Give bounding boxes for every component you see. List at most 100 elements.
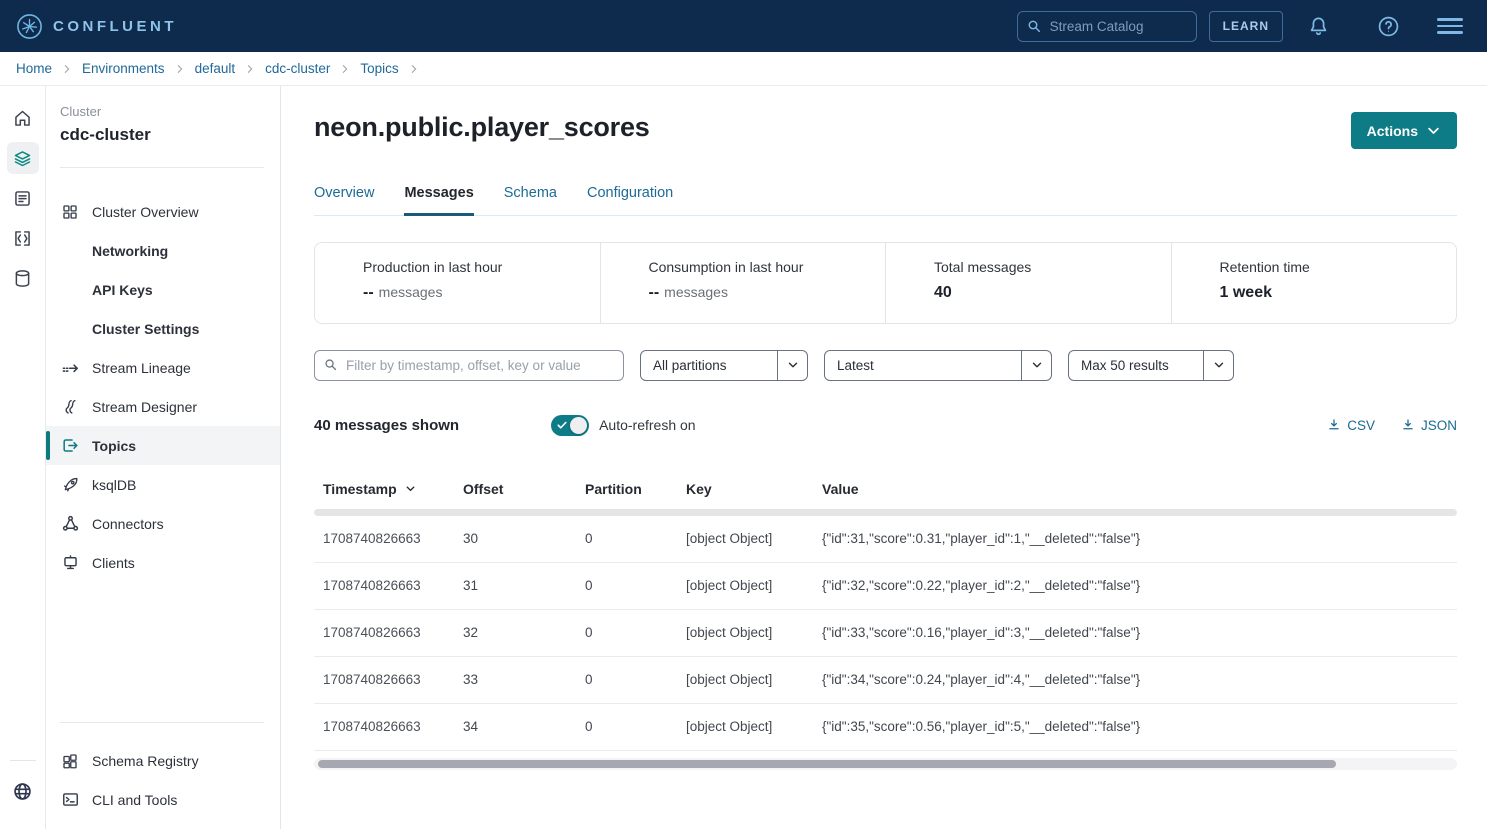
rail-home-button[interactable] (7, 102, 39, 134)
sidebar-item-connectors[interactable]: Connectors (46, 504, 280, 543)
sidebar-item-schema-registry[interactable]: Schema Registry (46, 741, 280, 780)
table-header-row: Timestamp Offset Partition Key Value (314, 472, 1457, 506)
tab-schema[interactable]: Schema (504, 185, 557, 216)
stream-designer-icon (60, 398, 80, 416)
breadcrumb-cdc-cluster[interactable]: cdc-cluster (265, 61, 330, 76)
sidebar-item-topics[interactable]: Topics (46, 426, 280, 465)
max-results-dropdown[interactable]: Max 50 results (1068, 350, 1234, 381)
document-icon (12, 188, 33, 209)
sidebar-item-label: Topics (92, 438, 136, 454)
sidebar-item-stream-lineage[interactable]: Stream Lineage (46, 348, 280, 387)
column-header-value[interactable]: Value (822, 481, 1457, 497)
tab-configuration[interactable]: Configuration (587, 185, 673, 216)
breadcrumb-home[interactable]: Home (16, 61, 52, 76)
messages-toolbar: 40 messages shown Auto-refresh on CSV (314, 415, 1457, 436)
breadcrumb-default[interactable]: default (195, 61, 236, 76)
rail-environment-button[interactable] (7, 142, 39, 174)
search-icon (1026, 18, 1042, 34)
breadcrumb-topics[interactable]: Topics (360, 61, 398, 76)
download-csv-link[interactable]: CSV (1327, 418, 1375, 433)
column-header-label: Partition (585, 481, 642, 497)
tab-overview[interactable]: Overview (314, 185, 374, 216)
cell-key: [object Object] (686, 531, 822, 546)
connectors-icon (60, 514, 80, 533)
chevron-down-icon[interactable] (1203, 351, 1233, 380)
learn-button[interactable]: LEARN (1209, 11, 1283, 42)
sidebar-item-stream-designer[interactable]: Stream Designer (46, 387, 280, 426)
horizontal-scrollbar-thumb[interactable] (318, 760, 1336, 768)
rail-notes-button[interactable] (7, 182, 39, 214)
sidebar-item-label: Cluster Overview (92, 204, 199, 220)
stat-value: 1 week (1220, 284, 1272, 301)
menu-icon[interactable] (1437, 18, 1463, 34)
messages-table: Timestamp Offset Partition Key Value 170… (314, 472, 1457, 770)
stream-processing-icon (12, 228, 33, 249)
column-header-offset[interactable]: Offset (463, 481, 585, 497)
cell-value: {"id":34,"score":0.24,"player_id":4,"__d… (822, 672, 1457, 687)
stream-catalog-search[interactable] (1017, 11, 1197, 42)
sidebar-item-label: Schema Registry (92, 753, 199, 769)
message-filter-input[interactable] (314, 350, 624, 381)
chevron-right-icon (340, 64, 350, 74)
table-row[interactable]: 1708740826663 32 0 [object Object] {"id"… (314, 610, 1457, 657)
sidebar-item-ksqldb[interactable]: ksqlDB (46, 465, 280, 504)
chevron-right-icon (62, 64, 72, 74)
max-results-dropdown-value: Max 50 results (1069, 351, 1203, 380)
column-header-key[interactable]: Key (686, 481, 822, 497)
cell-offset: 34 (463, 719, 585, 734)
table-row[interactable]: 1708740826663 34 0 [object Object] {"id"… (314, 704, 1457, 751)
check-icon (556, 419, 568, 431)
stat-label: Consumption in last hour (649, 259, 876, 275)
auto-refresh-toggle[interactable] (551, 415, 589, 436)
topic-stats-card: Production in last hour --messages Consu… (314, 242, 1457, 324)
message-filter-search[interactable] (314, 350, 624, 381)
download-json-link[interactable]: JSON (1401, 418, 1457, 433)
column-header-label: Timestamp (323, 481, 397, 497)
stream-catalog-input[interactable] (1017, 11, 1197, 42)
notifications-button[interactable] (1283, 15, 1353, 38)
sidebar-item-cli-and-tools[interactable]: CLI and Tools (46, 780, 280, 819)
chevron-down-icon[interactable] (1021, 351, 1051, 380)
cell-partition: 0 (585, 719, 686, 734)
tab-messages[interactable]: Messages (404, 185, 473, 216)
page-title: neon.public.player_scores (314, 112, 650, 143)
sidebar-item-cluster-overview[interactable]: Cluster Overview (46, 192, 280, 231)
confluent-brand[interactable]: CONFLUENT (16, 13, 177, 40)
chevron-right-icon (409, 64, 419, 74)
sidebar-item-label: Cluster Settings (92, 321, 199, 337)
stream-lineage-icon (60, 358, 80, 377)
confluent-logo (16, 13, 43, 40)
chevron-right-icon (175, 64, 185, 74)
table-row[interactable]: 1708740826663 33 0 [object Object] {"id"… (314, 657, 1457, 704)
table-row[interactable]: 1708740826663 31 0 [object Object] {"id"… (314, 563, 1457, 610)
cell-timestamp: 1708740826663 (323, 672, 463, 687)
stat-label: Production in last hour (363, 259, 590, 275)
sidebar-item-networking[interactable]: Networking (46, 231, 280, 270)
brand-wordmark: CONFLUENT (53, 18, 177, 35)
horizontal-scrollbar[interactable] (314, 758, 1457, 770)
chevron-down-icon[interactable] (777, 351, 807, 380)
partition-dropdown[interactable]: All partitions (640, 350, 808, 381)
stat-value: -- (363, 284, 374, 301)
breadcrumb-environments[interactable]: Environments (82, 61, 165, 76)
actions-button[interactable]: Actions (1351, 112, 1457, 149)
cell-offset: 31 (463, 578, 585, 593)
cell-partition: 0 (585, 531, 686, 546)
sidebar-item-api-keys[interactable]: API Keys (46, 270, 280, 309)
rail-stream-processing-button[interactable] (7, 222, 39, 254)
cell-offset: 32 (463, 625, 585, 640)
table-row[interactable]: 1708740826663 30 0 [object Object] {"id"… (314, 516, 1457, 563)
home-icon (12, 108, 33, 129)
stat-retention-time: Retention time 1 week (1171, 243, 1457, 323)
column-header-partition[interactable]: Partition (585, 481, 686, 497)
rail-support-button[interactable] (7, 775, 39, 807)
sidebar-item-clients[interactable]: Clients (46, 543, 280, 582)
column-header-timestamp[interactable]: Timestamp (323, 481, 463, 497)
help-button[interactable] (1353, 15, 1423, 38)
rail-storage-button[interactable] (7, 262, 39, 294)
sidebar-item-cluster-settings[interactable]: Cluster Settings (46, 309, 280, 348)
offset-dropdown[interactable]: Latest (824, 350, 1052, 381)
messages-shown-count: 40 messages shown (314, 417, 459, 434)
stat-consumption: Consumption in last hour --messages (600, 243, 886, 323)
sidebar-footer-divider (60, 722, 264, 723)
